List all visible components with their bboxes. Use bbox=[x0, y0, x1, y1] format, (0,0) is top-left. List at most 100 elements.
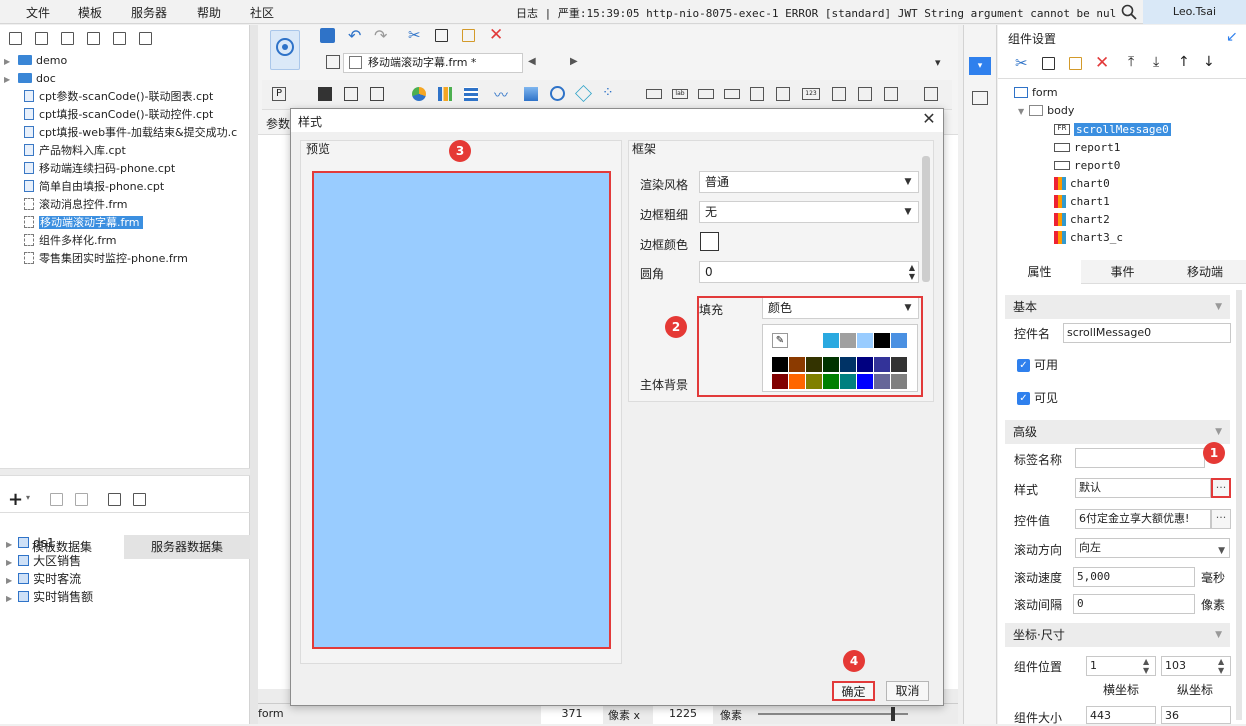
combobox-icon[interactable] bbox=[724, 89, 740, 99]
dataset-item[interactable]: ▶ 大区销售 bbox=[6, 552, 81, 570]
tree-folder[interactable]: ▶ demo bbox=[4, 52, 67, 70]
ok-button[interactable]: 确定 bbox=[832, 681, 875, 701]
pin-icon[interactable]: ▾ bbox=[935, 56, 941, 69]
save-icon[interactable] bbox=[320, 28, 335, 43]
widget-name-input[interactable]: scrollMessage0 bbox=[1063, 323, 1231, 343]
move-bottom-icon[interactable]: ⤓ bbox=[1153, 54, 1159, 70]
search-icon[interactable] bbox=[1121, 4, 1137, 20]
layout-tab-icon[interactable] bbox=[370, 87, 384, 101]
border-width-select[interactable]: 无 ▼ bbox=[699, 201, 919, 223]
scroll-direction-select[interactable]: 向左 ▼ bbox=[1075, 538, 1230, 558]
radius-input[interactable]: 0 ▲ ▼ bbox=[699, 261, 919, 283]
size-width-input[interactable]: 443 bbox=[1086, 706, 1156, 724]
log-message[interactable]: 日志 | 严重:15:39:05 http-nio-8075-exec-1 ER… bbox=[516, 5, 1116, 21]
spinner-icon[interactable]: ▲ ▼ bbox=[909, 263, 915, 281]
tree-node-widget[interactable]: report1 bbox=[1054, 139, 1120, 157]
tab-current-template[interactable]: 移动端滚动字幕.frm * bbox=[343, 53, 523, 73]
tree-file[interactable]: 产品物料入库.cpt bbox=[24, 142, 126, 160]
grid-icon[interactable] bbox=[326, 55, 340, 69]
panel-splitter[interactable] bbox=[0, 468, 250, 476]
tree-file[interactable]: 零售集团实时监控-phone.frm bbox=[24, 250, 188, 268]
move-up-icon[interactable]: ↑ bbox=[1178, 54, 1190, 70]
tree-file[interactable]: 滚动消息控件.frm bbox=[24, 196, 127, 214]
textbox-icon[interactable] bbox=[646, 89, 662, 99]
section-advanced[interactable]: 高级 ▼ bbox=[1005, 420, 1230, 444]
number-icon[interactable]: 123 bbox=[802, 88, 820, 100]
style-input[interactable]: 默认 bbox=[1075, 478, 1211, 498]
section-coordinates[interactable]: 坐标·尺寸 ▼ bbox=[1005, 623, 1230, 647]
left-splitter[interactable] bbox=[250, 25, 258, 724]
tree-node-widget[interactable]: chart1 bbox=[1054, 193, 1110, 211]
tree-node-body[interactable]: ▼ body bbox=[1018, 102, 1074, 120]
close-icon[interactable]: ✕ bbox=[921, 111, 937, 128]
label-icon[interactable]: lab bbox=[672, 89, 688, 99]
tab-properties[interactable]: 属性 bbox=[998, 260, 1081, 284]
move-down-icon[interactable]: ↓ bbox=[1203, 54, 1215, 70]
add-dataset-icon[interactable]: + bbox=[8, 489, 23, 510]
settings-icon[interactable] bbox=[87, 32, 100, 45]
delete-icon[interactable]: ✕ bbox=[1095, 53, 1109, 73]
query-icon[interactable] bbox=[924, 87, 938, 101]
tree-node-form[interactable]: form bbox=[1014, 84, 1058, 102]
tab-events[interactable]: 事件 bbox=[1081, 260, 1164, 284]
open-folder-icon[interactable] bbox=[35, 32, 48, 45]
area-chart-icon[interactable] bbox=[524, 87, 538, 101]
border-color-swatch[interactable] bbox=[700, 232, 719, 251]
collapse-icon[interactable]: ↙ bbox=[1226, 29, 1238, 45]
scroll-left-icon[interactable]: ◀ bbox=[528, 56, 536, 67]
scatter-chart-icon[interactable]: ⁘ bbox=[602, 85, 614, 101]
calendar-icon[interactable] bbox=[776, 87, 790, 101]
tree-node-widget-selected[interactable]: FR scrollMessage0 bbox=[1054, 121, 1171, 139]
widget-value-edit-button[interactable]: ··· bbox=[1211, 509, 1231, 529]
spinner-icon[interactable]: ▲ ▼ bbox=[1143, 657, 1149, 675]
template-icon[interactable] bbox=[61, 32, 74, 45]
cut-icon[interactable]: ✂ bbox=[408, 26, 421, 44]
undo-icon[interactable]: ↶ bbox=[348, 26, 361, 45]
pie-chart-icon[interactable] bbox=[412, 87, 426, 101]
tree-file[interactable]: 移动端连续扫码-phone.cpt bbox=[24, 160, 175, 178]
user-name[interactable]: Leo.Tsai bbox=[1143, 0, 1246, 24]
frame-scrollbar[interactable] bbox=[922, 156, 930, 282]
visible-checkbox[interactable]: ✓ 可见 bbox=[1017, 389, 1058, 406]
menu-help[interactable]: 帮助 bbox=[197, 4, 221, 21]
tree-node-widget[interactable]: chart0 bbox=[1054, 175, 1110, 193]
list-icon[interactable] bbox=[858, 87, 872, 101]
scroll-interval-input[interactable]: 0 bbox=[1073, 594, 1195, 614]
gauge-chart-icon[interactable] bbox=[550, 86, 565, 101]
tag-name-input[interactable] bbox=[1075, 448, 1205, 468]
move-top-icon[interactable]: ⤒ bbox=[1128, 54, 1134, 70]
render-style-select[interactable]: 普通 ▼ bbox=[699, 171, 919, 193]
paste-icon[interactable] bbox=[1069, 57, 1082, 70]
tab-mobile[interactable]: 移动端 bbox=[1164, 260, 1246, 284]
tree-file[interactable]: 简单自由填报-phone.cpt bbox=[24, 178, 164, 196]
dataset-edit-icon[interactable] bbox=[133, 493, 146, 506]
delete-icon[interactable] bbox=[113, 32, 126, 45]
tree-file[interactable]: cpt参数-scanCode()-联动图表.cpt bbox=[24, 88, 213, 106]
cut-icon[interactable]: ✂ bbox=[1015, 54, 1028, 72]
widget-value-input[interactable]: 6付定金立享大额优惠! bbox=[1075, 509, 1211, 529]
form-designer-icon[interactable] bbox=[270, 30, 300, 70]
layout-grid-icon[interactable] bbox=[344, 87, 358, 101]
copy-icon[interactable] bbox=[1042, 57, 1055, 70]
date-icon[interactable] bbox=[750, 87, 764, 101]
tree-file[interactable]: cpt填报-web事件-加载结束&提交成功.c bbox=[24, 124, 237, 142]
dataset-item[interactable]: ▶ ds1 bbox=[6, 534, 55, 552]
copy-icon[interactable] bbox=[435, 29, 448, 42]
tree-widget-icon[interactable] bbox=[884, 87, 898, 101]
enabled-checkbox[interactable]: ✓ 可用 bbox=[1017, 356, 1058, 373]
preview-icon[interactable] bbox=[108, 493, 121, 506]
paste-icon[interactable] bbox=[462, 29, 475, 42]
zoom-slider-handle[interactable] bbox=[891, 707, 895, 721]
layout-icon[interactable] bbox=[318, 87, 332, 101]
line-chart-icon[interactable]: 〰 bbox=[494, 85, 508, 105]
scroll-speed-input[interactable]: 5,000 bbox=[1073, 567, 1195, 587]
tree-folder[interactable]: ▶ doc bbox=[4, 70, 56, 88]
radar-chart-icon[interactable] bbox=[575, 85, 592, 102]
textarea-icon[interactable] bbox=[832, 87, 846, 101]
redo-icon[interactable]: ↷ bbox=[374, 26, 387, 45]
property-scrollbar[interactable] bbox=[1236, 290, 1242, 720]
widget-library-icon[interactable] bbox=[972, 91, 988, 105]
menu-template[interactable]: 模板 bbox=[78, 4, 102, 21]
component-settings-icon[interactable]: ▾ bbox=[969, 57, 991, 75]
tree-file[interactable]: 组件多样化.frm bbox=[24, 232, 116, 250]
